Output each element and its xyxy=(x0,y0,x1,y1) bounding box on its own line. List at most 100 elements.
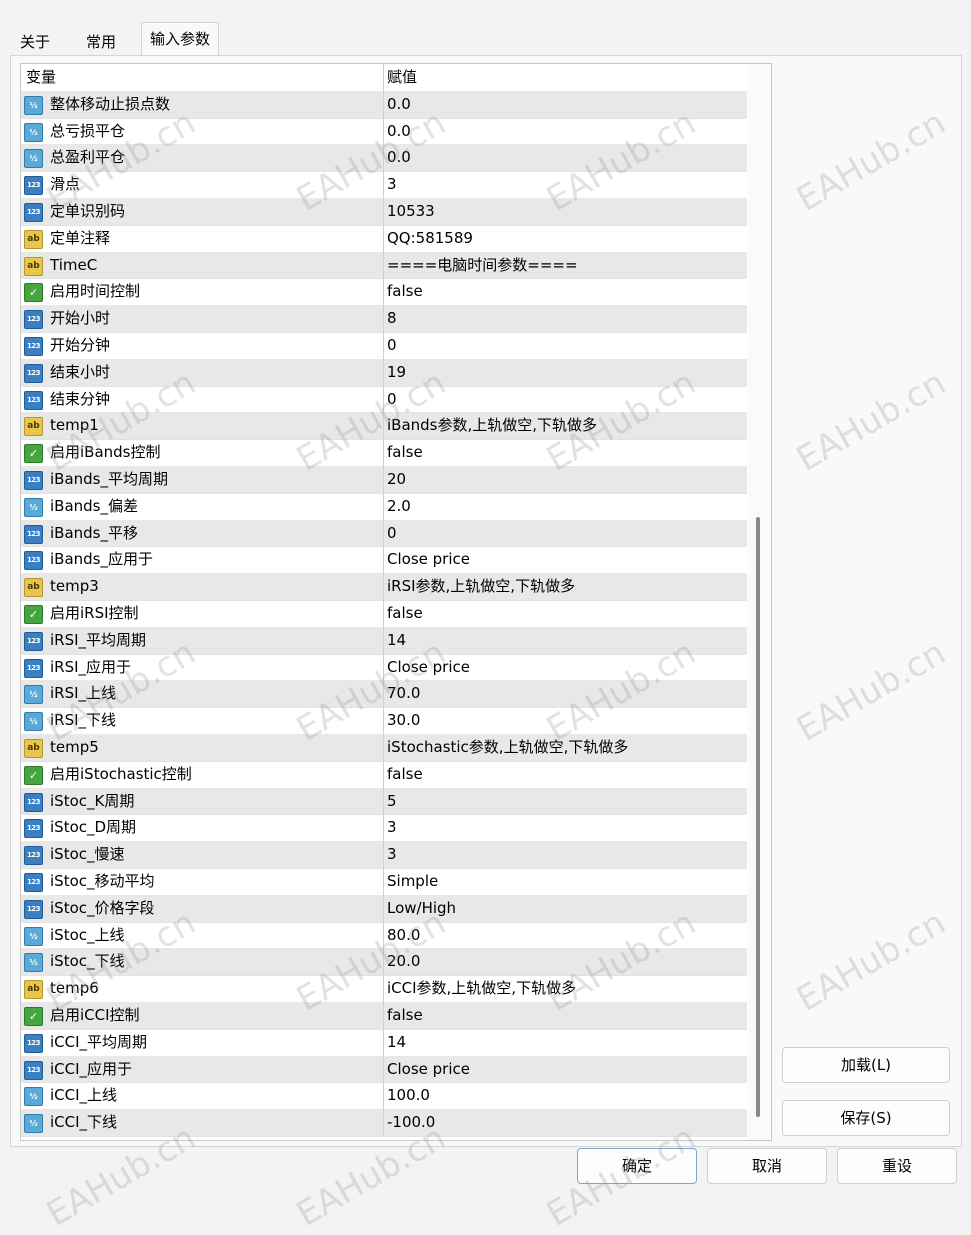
parameter-value[interactable]: 0 xyxy=(387,520,397,547)
table-row[interactable]: ½ iStoc_下线 20.0 xyxy=(21,948,747,977)
scrollbar-thumb[interactable] xyxy=(756,517,760,1117)
parameter-value[interactable]: Close price xyxy=(387,1056,470,1083)
table-row[interactable]: ab temp3 iRSI参数,上轨做空,下轨做多 xyxy=(21,573,747,601)
parameter-value[interactable]: 20 xyxy=(387,466,406,493)
table-row[interactable]: 123 定单识别码 10533 xyxy=(21,198,747,226)
vertical-scrollbar[interactable] xyxy=(748,64,770,1140)
parameter-value[interactable]: 10533 xyxy=(387,198,435,225)
reset-button[interactable]: 重设 xyxy=(837,1148,957,1184)
table-row[interactable]: ab temp5 iStochastic参数,上轨做空,下轨做多 xyxy=(21,734,747,762)
parameter-value[interactable]: iCCI参数,上轨做空,下轨做多 xyxy=(387,975,576,1002)
table-row[interactable]: 123 iCCI_应用于 Close price xyxy=(21,1055,747,1084)
parameter-value[interactable]: false xyxy=(387,600,423,627)
table-row[interactable]: 123 iBands_平均周期 20 xyxy=(21,466,747,494)
parameter-value[interactable]: 0 xyxy=(387,386,397,413)
load-button[interactable]: 加载(L) xyxy=(782,1047,950,1083)
parameter-value[interactable]: 3 xyxy=(387,171,397,198)
parameter-value[interactable]: iStochastic参数,上轨做空,下轨做多 xyxy=(387,734,628,761)
table-row[interactable]: 123 开始小时 8 xyxy=(21,305,747,333)
parameter-name-cell: ½ iCCI_上线 xyxy=(21,1082,384,1110)
parameter-value[interactable]: Simple xyxy=(387,868,438,895)
table-row[interactable]: ½ iBands_偏差 2.0 xyxy=(21,492,747,521)
parameter-value[interactable]: false xyxy=(387,1002,423,1029)
table-row[interactable]: ✓ 启用时间控制 false xyxy=(21,278,747,307)
parameter-value[interactable]: false xyxy=(387,761,423,788)
parameter-name-cell: 123 iCCI_应用于 xyxy=(21,1055,384,1083)
parameter-value[interactable]: 0.0 xyxy=(387,144,411,171)
parameter-value[interactable]: 3 xyxy=(387,814,397,841)
table-row[interactable]: ½ iRSI_上线 70.0 xyxy=(21,680,747,709)
parameter-value[interactable]: 14 xyxy=(387,627,406,654)
tab-common[interactable]: 常用 xyxy=(78,28,124,56)
table-row[interactable]: 123 开始分钟 0 xyxy=(21,332,747,360)
parameter-value[interactable]: iRSI参数,上轨做空,下轨做多 xyxy=(387,573,575,600)
parameter-name-cell: 123 iBands_平移 xyxy=(21,519,384,547)
parameter-value[interactable]: false xyxy=(387,439,423,466)
table-row[interactable]: ab TimeC ====电脑时间参数==== xyxy=(21,251,747,280)
parameter-value[interactable]: -100.0 xyxy=(387,1109,435,1136)
table-row[interactable]: ½ iCCI_下线 -100.0 xyxy=(21,1109,747,1137)
table-row[interactable]: 123 iStoc_K周期 5 xyxy=(21,787,747,816)
table-row[interactable]: ½ iRSI_下线 30.0 xyxy=(21,707,747,735)
table-row[interactable]: 123 iCCI_平均周期 14 xyxy=(21,1028,747,1057)
parameter-value[interactable]: 3 xyxy=(387,841,397,868)
save-button[interactable]: 保存(S) xyxy=(782,1100,950,1136)
parameter-value[interactable]: 30.0 xyxy=(387,707,420,734)
parameter-value[interactable]: Low/High xyxy=(387,895,456,922)
table-row[interactable]: 123 iStoc_D周期 3 xyxy=(21,814,747,843)
table-row[interactable]: ab 定单注释 QQ:581589 xyxy=(21,224,747,253)
parameter-name-cell: ✓ 启用iCCI控制 xyxy=(21,1002,384,1029)
parameter-name: iStoc_下线 xyxy=(50,952,125,971)
table-row[interactable]: 123 iStoc_移动平均 Simple xyxy=(21,868,747,896)
parameter-value[interactable]: Close price xyxy=(387,546,470,573)
parameter-value[interactable]: ====电脑时间参数==== xyxy=(387,252,578,279)
parameter-value[interactable]: 19 xyxy=(387,359,406,386)
parameter-value[interactable]: 70.0 xyxy=(387,680,420,707)
parameter-value[interactable]: QQ:581589 xyxy=(387,225,473,252)
parameter-value[interactable]: 8 xyxy=(387,305,397,332)
parameter-name-cell: ab temp5 xyxy=(21,734,384,761)
table-row[interactable]: 123 iStoc_价格字段 Low/High xyxy=(21,894,747,923)
table-row[interactable]: ab temp6 iCCI参数,上轨做空,下轨做多 xyxy=(21,975,747,1003)
double-type-icon: ½ xyxy=(24,953,43,973)
tab-inputs[interactable]: 输入参数 xyxy=(141,22,220,57)
table-row[interactable]: ✓ 启用iBands控制 false xyxy=(21,439,747,467)
table-row[interactable]: 123 iBands_应用于 Close price xyxy=(21,546,747,575)
parameter-value[interactable]: 100.0 xyxy=(387,1082,430,1109)
ok-button[interactable]: 确定 xyxy=(577,1148,697,1184)
parameter-value[interactable]: iBands参数,上轨做空,下轨做多 xyxy=(387,412,597,439)
table-row[interactable]: 123 iRSI_平均周期 14 xyxy=(21,626,747,655)
table-row[interactable]: 123 iBands_平移 0 xyxy=(21,519,747,548)
table-row[interactable]: ½ 整体移动止损点数 0.0 xyxy=(21,90,747,119)
cancel-button[interactable]: 取消 xyxy=(707,1148,827,1184)
column-header-value[interactable]: 赋值 xyxy=(387,64,417,91)
table-row[interactable]: ab temp1 iBands参数,上轨做空,下轨做多 xyxy=(21,412,747,441)
table-row[interactable]: ✓ 启用iRSI控制 false xyxy=(21,600,747,628)
parameter-value[interactable]: Close price xyxy=(387,654,470,681)
parameter-value[interactable]: 14 xyxy=(387,1029,406,1056)
parameter-value[interactable]: 20.0 xyxy=(387,948,420,975)
table-row[interactable]: 123 结束分钟 0 xyxy=(21,385,747,414)
table-row[interactable]: 123 结束小时 19 xyxy=(21,358,747,387)
parameter-name-cell: ✓ 启用时间控制 xyxy=(21,278,384,306)
column-header-variable[interactable]: 变量 xyxy=(21,64,384,91)
parameter-value[interactable]: 2.0 xyxy=(387,493,411,520)
table-row[interactable]: ½ 总亏损平仓 0.0 xyxy=(21,117,747,146)
parameter-value[interactable]: 0.0 xyxy=(387,118,411,145)
double-type-icon: ½ xyxy=(24,149,43,169)
table-row[interactable]: ✓ 启用iCCI控制 false xyxy=(21,1002,747,1030)
table-row[interactable]: 123 iRSI_应用于 Close price xyxy=(21,653,747,682)
table-row[interactable]: 123 滑点 3 xyxy=(21,171,747,199)
parameter-value[interactable]: false xyxy=(387,278,423,305)
table-row[interactable]: ½ iStoc_上线 80.0 xyxy=(21,921,747,950)
parameter-value[interactable]: 0 xyxy=(387,332,397,359)
parameter-value[interactable]: 0.0 xyxy=(387,91,411,118)
parameter-value[interactable]: 80.0 xyxy=(387,922,420,949)
table-row[interactable]: 123 iStoc_慢速 3 xyxy=(21,841,747,869)
tab-about[interactable]: 关于 xyxy=(12,28,58,56)
parameter-value[interactable]: 5 xyxy=(387,788,397,815)
table-row[interactable]: ½ 总盈利平仓 0.0 xyxy=(21,144,747,173)
table-row[interactable]: ½ iCCI_上线 100.0 xyxy=(21,1082,747,1111)
table-row[interactable]: ✓ 启用iStochastic控制 false xyxy=(21,760,747,789)
string-type-icon: ab xyxy=(24,578,43,598)
